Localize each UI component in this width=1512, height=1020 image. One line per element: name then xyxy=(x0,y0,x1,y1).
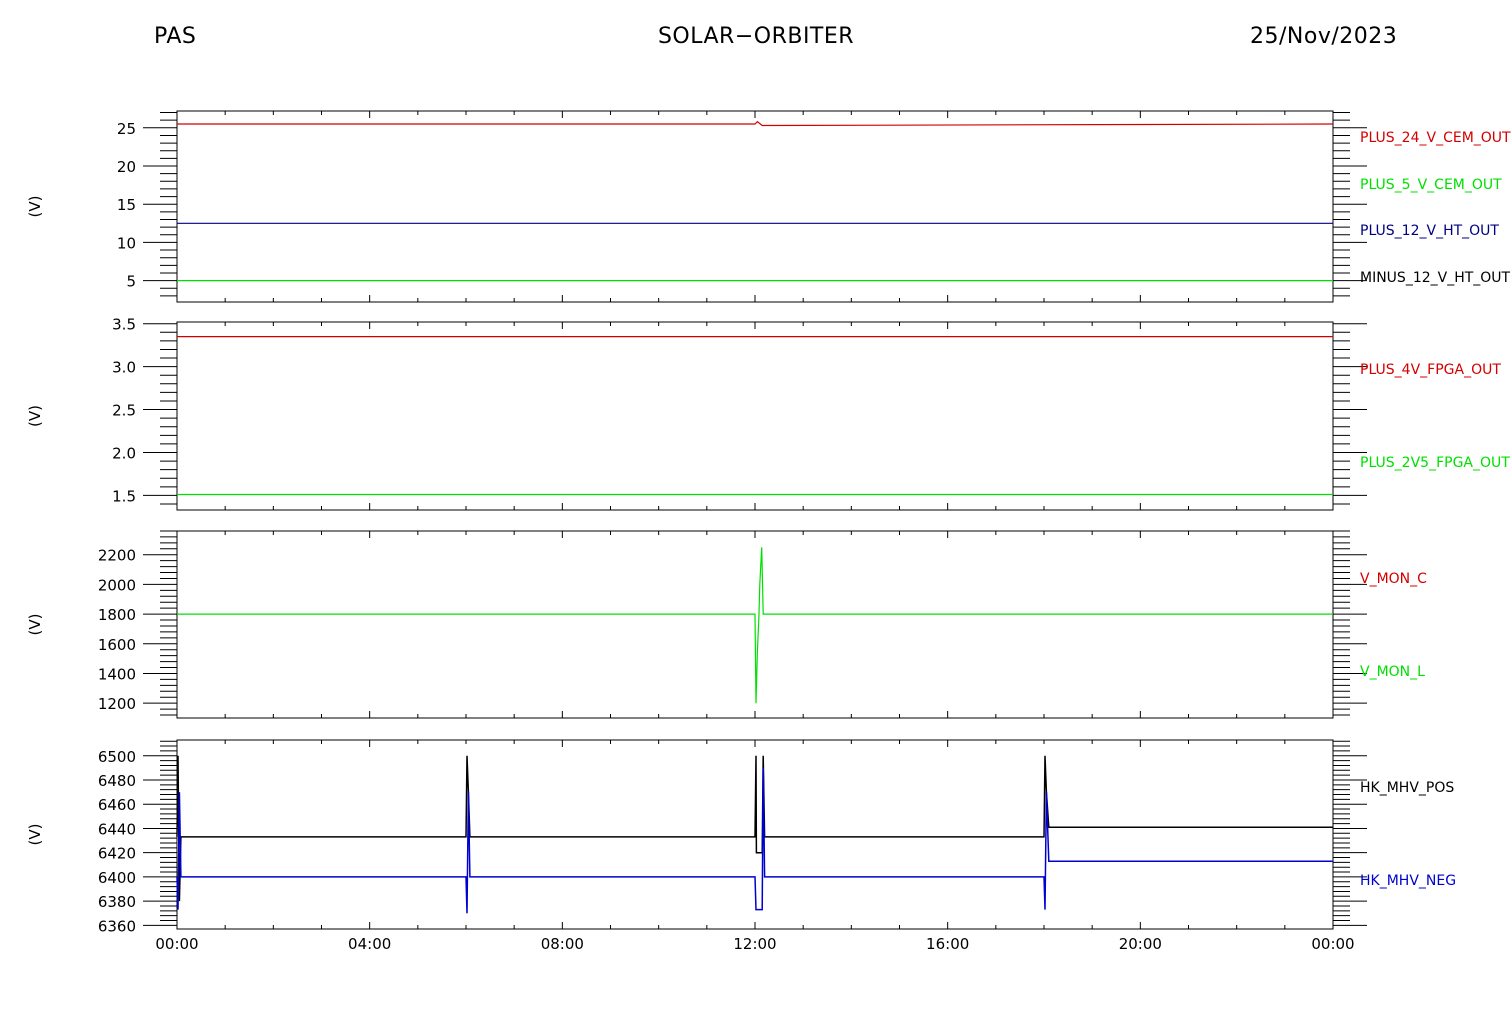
y-axis-label: (V) xyxy=(26,614,44,636)
y-tick-label: 1200 xyxy=(98,695,136,713)
y-tick-label: 2200 xyxy=(98,547,136,565)
x-tick-label: 12:00 xyxy=(733,935,776,953)
y-tick-label: 6500 xyxy=(98,748,136,766)
x-tick-label: 04:00 xyxy=(348,935,391,953)
y-tick-label: 10 xyxy=(117,234,136,252)
x-tick-label: 16:00 xyxy=(926,935,969,953)
x-tick-label: 00:00 xyxy=(1311,935,1354,953)
y-tick-label: 15 xyxy=(117,196,136,214)
y-tick-label: 5 xyxy=(126,273,136,291)
y-tick-label: 6360 xyxy=(98,917,136,935)
legend-label: V_MON_C xyxy=(1360,571,1427,587)
plot-panel-1: 5 10 15 20 25 (V) PLUS_24_V_CEM_OUT PLUS_5_V_CE… xyxy=(26,110,1511,303)
y-tick-label: 25 xyxy=(117,120,136,138)
y-axis-label: (V) xyxy=(26,405,44,427)
y-tick-label: 6480 xyxy=(98,772,136,790)
y-tick-label: 6460 xyxy=(98,796,136,814)
legend-label: PLUS_2V5_FPGA_OUT xyxy=(1360,455,1510,471)
y-tick-label: 2.0 xyxy=(112,444,136,462)
legend-label: PLUS_24_V_CEM_OUT xyxy=(1360,130,1511,146)
legend-label: PLUS_12_V_HT_OUT xyxy=(1360,223,1499,239)
plot-panel-2: 1.5 2.0 2.5 3.0 3.5 (V) PLUS_4V_FPGA_OUT PLUS_2… xyxy=(26,316,1510,511)
x-tick-label: 00:00 xyxy=(155,935,198,953)
y-tick-label: 3.0 xyxy=(112,359,136,377)
plot-panel-4: 6360 6380 6400 6420 6440 6460 6480 6500 (V) HK_MH… xyxy=(26,739,1456,953)
plot-frame xyxy=(176,110,1334,303)
legend-label: MINUS_12_V_HT_OUT xyxy=(1360,270,1511,286)
y-axis-label: (V) xyxy=(26,824,44,846)
y-tick-label: 3.5 xyxy=(112,316,136,334)
y-tick-label: 6380 xyxy=(98,893,136,911)
x-tick-label: 08:00 xyxy=(541,935,584,953)
y-tick-label: 6440 xyxy=(98,820,136,838)
legend-label: V_MON_L xyxy=(1360,664,1425,680)
plot-panel-3: 1200 1400 1600 1800 2000 2200 (V) V_MON_C V_MON_… xyxy=(26,530,1427,719)
legend-label: PLUS_4V_FPGA_OUT xyxy=(1360,362,1501,378)
y-tick-label: 6400 xyxy=(98,869,136,887)
stacked-timeseries-plots: 5 10 15 20 25 (V) PLUS_24_V_CEM_OUT PLUS_5_V_CE… xyxy=(26,110,1511,953)
y-tick-label: 6420 xyxy=(98,845,136,863)
y-axis-label: (V) xyxy=(26,196,44,218)
y-tick-label: 1600 xyxy=(98,636,136,654)
y-tick-label: 2000 xyxy=(98,576,136,594)
y-tick-label: 1.5 xyxy=(112,487,136,505)
y-tick-label: 1400 xyxy=(98,665,136,683)
y-tick-label: 1800 xyxy=(98,606,136,624)
series-line-plus_24_v_cem_out xyxy=(177,120,1334,127)
y-tick-label: 20 xyxy=(117,158,136,176)
legend-label: HK_MHV_POS xyxy=(1360,780,1454,796)
series-line-v_mon_l xyxy=(177,547,1333,704)
legend-label: PLUS_5_V_CEM_OUT xyxy=(1360,177,1502,193)
plot-frame xyxy=(176,321,1334,511)
legend-label: HK_MHV_NEG xyxy=(1360,873,1456,889)
x-tick-label: 20:00 xyxy=(1119,935,1162,953)
y-tick-label: 2.5 xyxy=(112,402,136,420)
